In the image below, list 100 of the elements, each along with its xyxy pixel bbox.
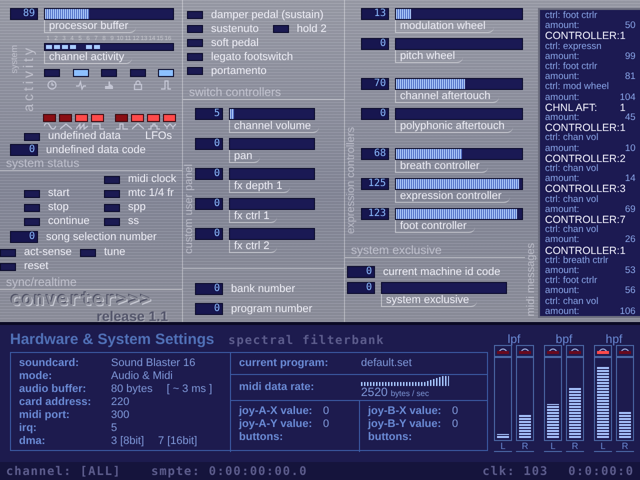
lcd-display: 0: [361, 38, 389, 50]
lcd-display: 0: [10, 144, 38, 156]
channel-label: R: [616, 441, 634, 452]
display-label: current machine id code: [383, 266, 500, 278]
panel-title: Hardware & System Settings: [10, 331, 214, 348]
log-value: 10: [624, 144, 636, 154]
waveform-icon: [164, 122, 176, 130]
setting-value: 5: [111, 422, 118, 435]
indicator-label: midi clock: [128, 173, 176, 186]
meter-label: fx ctrl 1: [229, 210, 278, 223]
meter-label: processor buffer: [44, 20, 136, 33]
log-line: CONTROLLER:: [545, 184, 620, 195]
log-value: 69: [624, 204, 636, 216]
setting-label: soundcard:: [19, 357, 80, 370]
log-line: amount:: [545, 72, 580, 82]
filter-name: bpf: [556, 333, 572, 345]
indicator-label: spp: [128, 201, 146, 214]
log-value: 56: [624, 286, 636, 297]
log-value: 106: [620, 306, 636, 318]
indicator-label: ss: [128, 215, 139, 228]
setting-value: default.set: [361, 357, 412, 370]
filter-name: lpf: [508, 333, 520, 345]
lcd-display: 5: [195, 108, 223, 120]
setting-label: audio buffer:: [19, 383, 88, 396]
channel-label: L: [544, 441, 562, 452]
lcd-display: 0: [195, 138, 223, 150]
indicator-label: reset: [24, 260, 48, 274]
arc-icon: [621, 348, 629, 351]
log-line: amount:: [545, 286, 580, 297]
indicator-label: damper pedal (sustain): [211, 8, 324, 22]
indicator-label: mtc 1/4 fr: [128, 187, 174, 200]
setting-label: buttons:: [368, 431, 413, 444]
setting-label: buttons:: [239, 431, 284, 444]
arc-icon: [521, 348, 529, 351]
status-text: 0:0:00:0: [568, 464, 634, 478]
log-line: amount:: [545, 306, 580, 318]
meter-label: polyphonic aftertouch: [395, 120, 513, 133]
wave-icon: [76, 80, 86, 90]
lcd-display: 0: [195, 198, 223, 210]
unit-label: bytes / sec: [390, 388, 429, 400]
log-line: amount:: [545, 21, 580, 32]
setting-value: 300: [111, 409, 130, 422]
log-line: CONTROLLER:: [545, 215, 620, 226]
lcd-display: 70: [361, 78, 389, 90]
release-label: release 1.1: [96, 308, 169, 323]
hand-icon: [104, 80, 114, 90]
lcd-display: 0: [195, 303, 223, 315]
waveform-icon: [116, 122, 128, 130]
log-line: ctrl: mod wheel: [545, 82, 610, 93]
indicator-label: sustenuto: [211, 22, 259, 36]
log-line: CONTROLLER:: [545, 154, 620, 164]
setting-label: joy-B-X value:: [368, 405, 442, 418]
log-line: ctrl: foot ctrlr: [545, 276, 598, 286]
indicator-label: undefined data: [48, 130, 121, 144]
log-value: 50: [624, 21, 636, 32]
log-value: 99: [624, 52, 636, 62]
log-line: ctrl: expressn: [545, 42, 602, 52]
log-value: 1: [620, 246, 627, 256]
log-value: 1: [620, 31, 627, 42]
log-line: ctrl: chan vol: [545, 225, 600, 236]
setting-value: 0: [452, 418, 460, 431]
log-line: ctrl: foot ctrlr: [545, 62, 598, 72]
channel-label: L: [594, 441, 612, 452]
setting-label: dma:: [19, 435, 46, 448]
section-label: system status: [0, 156, 182, 171]
log-line: amount:: [545, 113, 580, 124]
meter-label: system exclusive: [381, 294, 478, 307]
setting-value: 0: [323, 418, 330, 431]
setting-label: midi data rate:: [239, 381, 316, 394]
setting-label: card address:: [19, 396, 92, 409]
log-line: amount:: [545, 144, 580, 154]
display-label: program number: [231, 302, 312, 316]
lcd-display: 0: [361, 108, 389, 120]
log-line: CONTROLLER:: [545, 246, 620, 256]
log-line: amount:: [545, 52, 580, 62]
waveform-icon: [148, 122, 160, 130]
meter-label: fx depth 1: [229, 180, 290, 193]
setting-label: joy-A-X value:: [239, 405, 314, 418]
channel-label: L: [494, 441, 512, 452]
meter-label: channel aftertouch: [395, 90, 499, 103]
setting-label: irq:: [19, 422, 38, 435]
indicator-label: portamento: [211, 64, 267, 78]
log-value: 104: [620, 92, 636, 103]
status-text: smpte: 0:00:00:00.0: [151, 464, 308, 478]
lcd-display: 125: [361, 178, 389, 190]
lcd-display: 123: [361, 208, 389, 220]
setting-label: joy-B-Y value:: [368, 418, 442, 431]
setting-value: 3 [8bit]: [111, 435, 144, 448]
lcd-display: 68: [361, 148, 389, 160]
setting-value: 0: [323, 405, 330, 418]
status-text: channel: [ALL]: [6, 464, 122, 478]
meter-label: fx ctrl 2: [229, 240, 278, 253]
log-line: ctrl: breath ctrlr: [545, 256, 610, 266]
waveform-icon: [60, 122, 72, 130]
waveform-icon: [76, 122, 88, 130]
setting-label: current program:: [239, 357, 330, 370]
indicator-label: stop: [48, 201, 69, 214]
log-line: amount:: [545, 235, 580, 246]
log-line: amount:: [545, 92, 580, 103]
section-label: system exclusive: [345, 244, 525, 258]
